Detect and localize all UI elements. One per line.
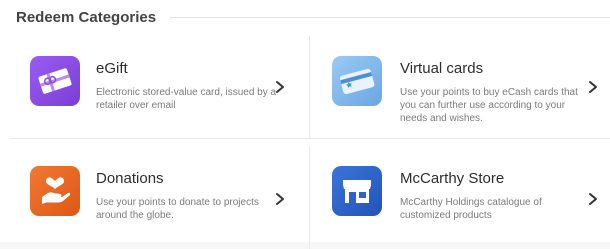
virtual-card-icon <box>332 56 382 106</box>
heart-hand-icon <box>30 166 80 216</box>
title-divider <box>170 17 610 18</box>
category-card-donations[interactable]: Donations Use your points to donate to p… <box>10 146 310 249</box>
category-description: Use your points to donate to projects ar… <box>96 197 259 221</box>
category-description: McCarthy Holdings catalogue of customize… <box>400 197 542 221</box>
storefront-icon <box>332 166 382 216</box>
category-card-virtual-cards[interactable]: Virtual cards Use your points to buy eCa… <box>310 36 610 139</box>
category-card-mccarthy-store[interactable]: McCarthy Store McCarthy Holdings catalog… <box>310 146 610 249</box>
chevron-right-icon[interactable] <box>586 192 600 206</box>
chevron-right-icon[interactable] <box>273 80 287 94</box>
chevron-right-icon[interactable] <box>586 80 600 94</box>
category-description: Use your points to buy eCash cards that … <box>400 87 578 124</box>
category-description: Electronic stored-value card, issued by … <box>96 87 277 111</box>
category-card-egift[interactable]: eGift Electronic stored-value card, issu… <box>10 36 310 139</box>
gift-card-icon <box>30 56 80 106</box>
chevron-right-icon[interactable] <box>273 192 287 206</box>
category-title: eGift <box>96 60 128 77</box>
category-title: Virtual cards <box>400 60 484 77</box>
categories-grid: eGift Electronic stored-value card, issu… <box>10 36 610 249</box>
category-title: McCarthy Store <box>400 170 505 187</box>
section-title: Redeem Categories <box>16 8 169 28</box>
redeem-categories-panel: Redeem Categories eGift Electronic store… <box>0 0 610 249</box>
category-title: Donations <box>96 170 164 187</box>
